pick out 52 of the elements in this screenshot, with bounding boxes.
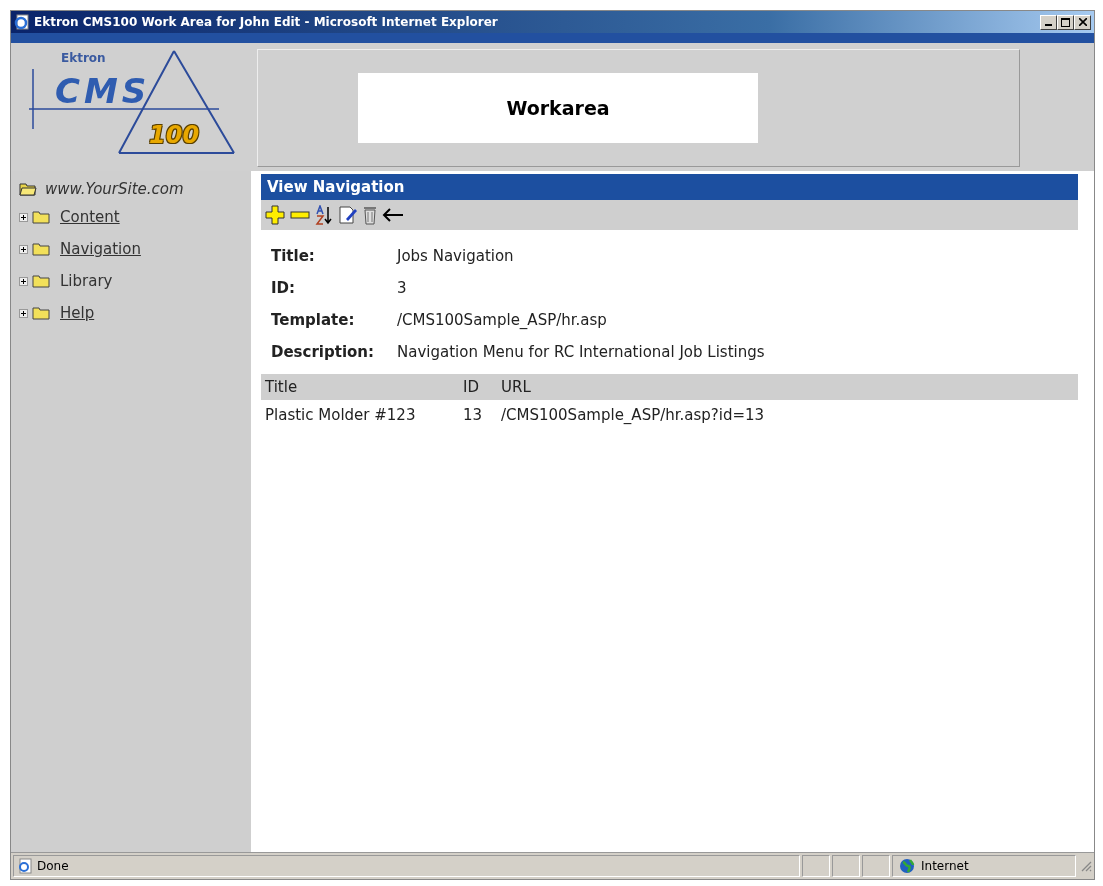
- maximize-icon: [1061, 17, 1070, 27]
- status-pane: [862, 855, 890, 877]
- edit-icon[interactable]: [338, 205, 358, 225]
- back-arrow-icon[interactable]: [382, 208, 404, 222]
- column-header: ID: [459, 374, 497, 400]
- close-icon: [1078, 18, 1087, 26]
- page-icon: [17, 858, 33, 874]
- table-cell-text: 13: [462, 405, 484, 426]
- tree-item[interactable]: Library: [60, 272, 113, 290]
- browser-icon: [14, 14, 30, 30]
- column-header: URL: [497, 374, 1078, 400]
- minimize-button[interactable]: [1040, 14, 1057, 30]
- field-value: /CMS100Sample_ASP/hr.asp: [397, 311, 607, 329]
- logo: Ektron CMS 100: [19, 49, 249, 159]
- folder-icon: [32, 306, 50, 320]
- field-value: Jobs Navigation: [397, 247, 514, 265]
- page-header: Workarea: [358, 73, 758, 143]
- column-header: Title: [261, 374, 459, 400]
- panel-title: View Navigation: [261, 174, 1078, 200]
- folder-icon: [32, 274, 50, 288]
- add-icon[interactable]: [265, 205, 285, 225]
- expand-icon[interactable]: [19, 308, 28, 318]
- status-pane: [832, 855, 860, 877]
- sort-icon[interactable]: [315, 205, 333, 225]
- folder-icon: [32, 210, 50, 224]
- open-folder-icon: [19, 182, 37, 196]
- expand-icon[interactable]: [19, 276, 28, 286]
- security-zone: Internet: [921, 859, 969, 873]
- site-root[interactable]: www.YourSite.com: [45, 180, 184, 198]
- remove-icon[interactable]: [290, 211, 310, 219]
- table-cell-text: Plastic Molder #123: [264, 405, 417, 426]
- field-label: Template:: [271, 311, 356, 329]
- tree-item[interactable]: Help: [60, 304, 95, 322]
- tree-item[interactable]: Navigation: [60, 240, 141, 258]
- resize-grip-icon[interactable]: [1080, 860, 1092, 872]
- expand-icon[interactable]: [19, 212, 28, 222]
- status-text: Done: [37, 859, 69, 873]
- field-label: Description:: [271, 343, 375, 361]
- trash-icon[interactable]: [363, 205, 377, 225]
- expand-icon[interactable]: [19, 244, 28, 254]
- tree-item[interactable]: Content: [60, 208, 120, 226]
- status-pane: [802, 855, 830, 877]
- folder-icon: [32, 242, 50, 256]
- table-cell-text: /CMS100Sample_ASP/hr.asp?id=13: [500, 405, 766, 426]
- window-title: Ektron CMS100 Work Area for John Edit - Microsoft Internet Explorer: [34, 15, 499, 29]
- close-button[interactable]: [1074, 14, 1091, 30]
- globe-icon: [899, 858, 915, 874]
- field-value: 3: [397, 279, 407, 297]
- field-label: Title:: [271, 247, 316, 265]
- field-label: ID:: [271, 279, 297, 297]
- field-value: Navigation Menu for RC International Job Listings: [397, 343, 765, 361]
- maximize-button[interactable]: [1057, 14, 1074, 30]
